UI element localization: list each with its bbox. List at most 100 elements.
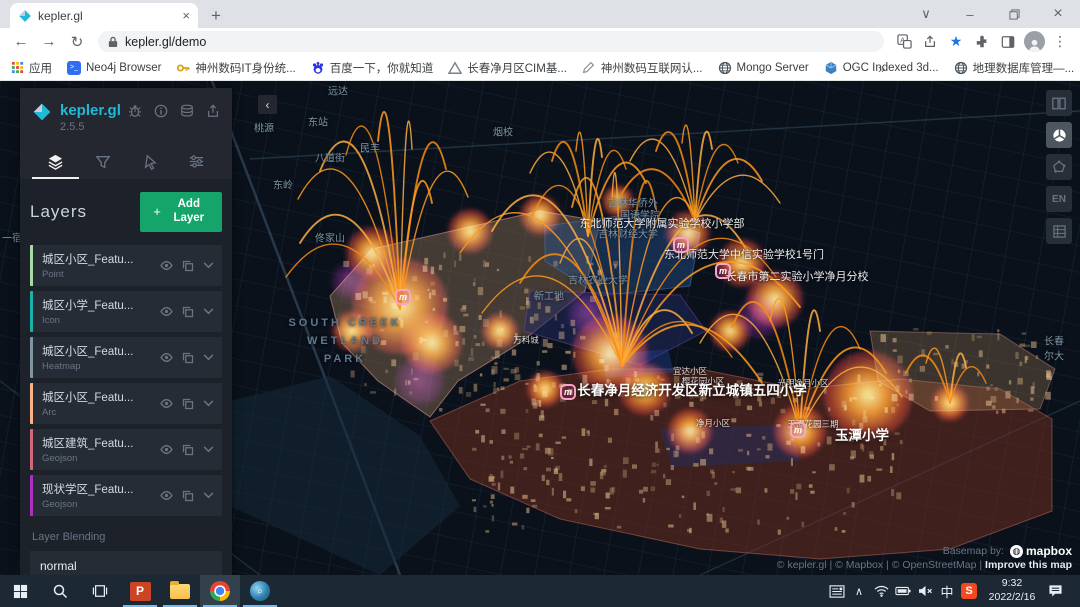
attribution-links[interactable]: © kepler.gl | © Mapbox | © OpenStreetMap… [777,559,985,571]
layer-expand-chevron-icon[interactable] [203,354,214,361]
tab-interactions[interactable] [126,145,173,179]
layer-visibility-eye-icon[interactable] [160,352,173,363]
layer-expand-chevron-icon[interactable] [203,492,214,499]
layer-blending-select[interactable]: normal [30,551,222,575]
wifi-icon[interactable] [870,575,892,607]
layer-expand-chevron-icon[interactable] [203,308,214,315]
search-button[interactable] [40,575,80,607]
taskbar-powerpoint[interactable]: P [120,575,160,607]
toggle-3d-button[interactable] [1046,122,1072,148]
layer-expand-chevron-icon[interactable] [203,400,214,407]
layer-duplicate-icon[interactable] [182,490,194,502]
map-label: 佟家山 [315,230,345,245]
tab-close-icon[interactable]: × [182,8,190,23]
profile-avatar[interactable] [1022,30,1046,54]
window-menu-chevron[interactable]: ∨ [904,0,948,28]
back-button[interactable]: ← [8,30,34,54]
layer-type: Arc [42,407,160,418]
bookmark-item[interactable]: 神州数码互联网认... [582,60,703,76]
window-minimize-button[interactable]: – [948,0,992,28]
layer-duplicate-icon[interactable] [182,398,194,410]
school-marker-icon[interactable]: m [560,384,576,400]
bookmark-item[interactable]: 长春净月区CIM基... [448,60,567,76]
clock-date: 2022/2/16 [982,591,1042,605]
action-center-icon[interactable] [1044,575,1066,607]
bookmark-item[interactable]: 百度一下，你就知道 [311,60,434,76]
layer-duplicate-icon[interactable] [182,306,194,318]
info-icon[interactable] [154,104,168,118]
new-tab-button[interactable]: + [202,3,230,28]
mapbox-logo[interactable]: ◍mapbox [1010,544,1072,558]
draw-polygon-button[interactable] [1046,154,1072,180]
layer-item[interactable]: 城区小区_Featu...Heatmap [30,337,222,378]
tab-filters[interactable] [79,145,126,179]
taskbar-chrome[interactable] [200,575,240,607]
tab-layers[interactable] [32,145,79,179]
window-close-button[interactable]: × [1036,0,1080,28]
layer-duplicate-icon[interactable] [182,260,194,272]
bookmarks-bar: 应用 >_Neo4j Browser 神州数码IT身份统... 百度一下，你就知道长春… [0,55,1080,81]
forward-button[interactable]: → [36,30,62,54]
panel-collapse-button[interactable]: ‹ [258,95,277,114]
improve-map-link[interactable]: Improve this map [985,559,1072,571]
bookmark-item[interactable]: 神州数码IT身份统... [176,60,295,76]
task-view-button[interactable] [80,575,120,607]
layer-item[interactable]: 城区建筑_Featu...Geojson [30,429,222,470]
layer-visibility-eye-icon[interactable] [160,260,173,271]
taskbar-gis-app[interactable]: ⌕ [240,575,280,607]
layer-visibility-eye-icon[interactable] [160,306,173,317]
split-map-button[interactable] [1046,90,1072,116]
browser-tab[interactable]: kepler.gl × [10,3,198,28]
bookmark-item[interactable]: >_Neo4j Browser [67,61,161,75]
school-marker-icon[interactable]: m [673,237,689,253]
layer-expand-chevron-icon[interactable] [203,446,214,453]
add-layer-button[interactable]: +Add Layer [140,192,222,232]
layer-item[interactable]: 城区小区_Featu...Point [30,245,222,286]
data-table-icon[interactable] [180,104,194,118]
school-marker-icon[interactable]: m [790,422,806,438]
legend-button[interactable] [1046,218,1072,244]
layer-item[interactable]: 现状学区_Featu...Geojson [30,475,222,516]
start-button[interactable] [0,575,40,607]
layer-name: 城区小学_Featu... [42,297,160,313]
locale-button[interactable]: EN [1046,186,1072,212]
share-icon[interactable] [918,30,942,54]
bookmark-item[interactable]: 地理数据库管理—... [954,60,1075,76]
browser-menu-icon[interactable]: ⋮ [1048,30,1072,54]
bookmark-item[interactable]: Mongo Server [718,61,809,75]
layer-expand-chevron-icon[interactable] [203,262,214,269]
news-widget-icon[interactable] [826,575,848,607]
layer-visibility-eye-icon[interactable] [160,398,173,409]
bookmarks-overflow-chevron[interactable]: » [878,55,885,81]
layer-item[interactable]: 城区小学_Featu...Icon [30,291,222,332]
map-label: 东岭 [273,177,293,192]
layer-item[interactable]: 城区小区_Featu...Arc [30,383,222,424]
layer-visibility-eye-icon[interactable] [160,444,173,455]
tab-basemap-settings[interactable] [173,145,220,179]
map-canvas[interactable]: 远达东站民丰八道街烟校桃源东岭佟家山一宿SOUTH CREEK WETLAND … [0,81,1080,575]
taskbar-file-explorer[interactable] [160,575,200,607]
triangle-icon [448,61,462,75]
bug-report-icon[interactable] [128,104,142,118]
tray-expand-caret[interactable]: ∧ [848,575,870,607]
address-bar[interactable]: kepler.gl/demo [98,31,884,52]
bookmark-item[interactable]: 应用 [10,60,52,76]
layer-visibility-eye-icon[interactable] [160,490,173,501]
school-marker-icon[interactable]: m [715,263,731,279]
window-restore-button[interactable] [992,0,1036,28]
clock-time: 9:32 [982,577,1042,591]
bookmark-star-icon[interactable]: ★ [944,30,968,54]
school-marker-icon[interactable]: m [395,289,411,305]
layer-duplicate-icon[interactable] [182,352,194,364]
battery-icon[interactable] [892,575,914,607]
taskbar-clock[interactable]: 9:32 2022/2/16 [980,577,1044,604]
reload-button[interactable]: ↻ [64,30,90,54]
extensions-puzzle-icon[interactable] [970,30,994,54]
volume-muted-icon[interactable] [914,575,936,607]
side-panel-icon[interactable] [996,30,1020,54]
translate-icon[interactable]: A [892,30,916,54]
ime-chinese-indicator[interactable]: 中 [936,575,958,607]
export-icon[interactable] [206,104,220,118]
sogou-input-icon[interactable]: S [958,575,980,607]
layer-duplicate-icon[interactable] [182,444,194,456]
